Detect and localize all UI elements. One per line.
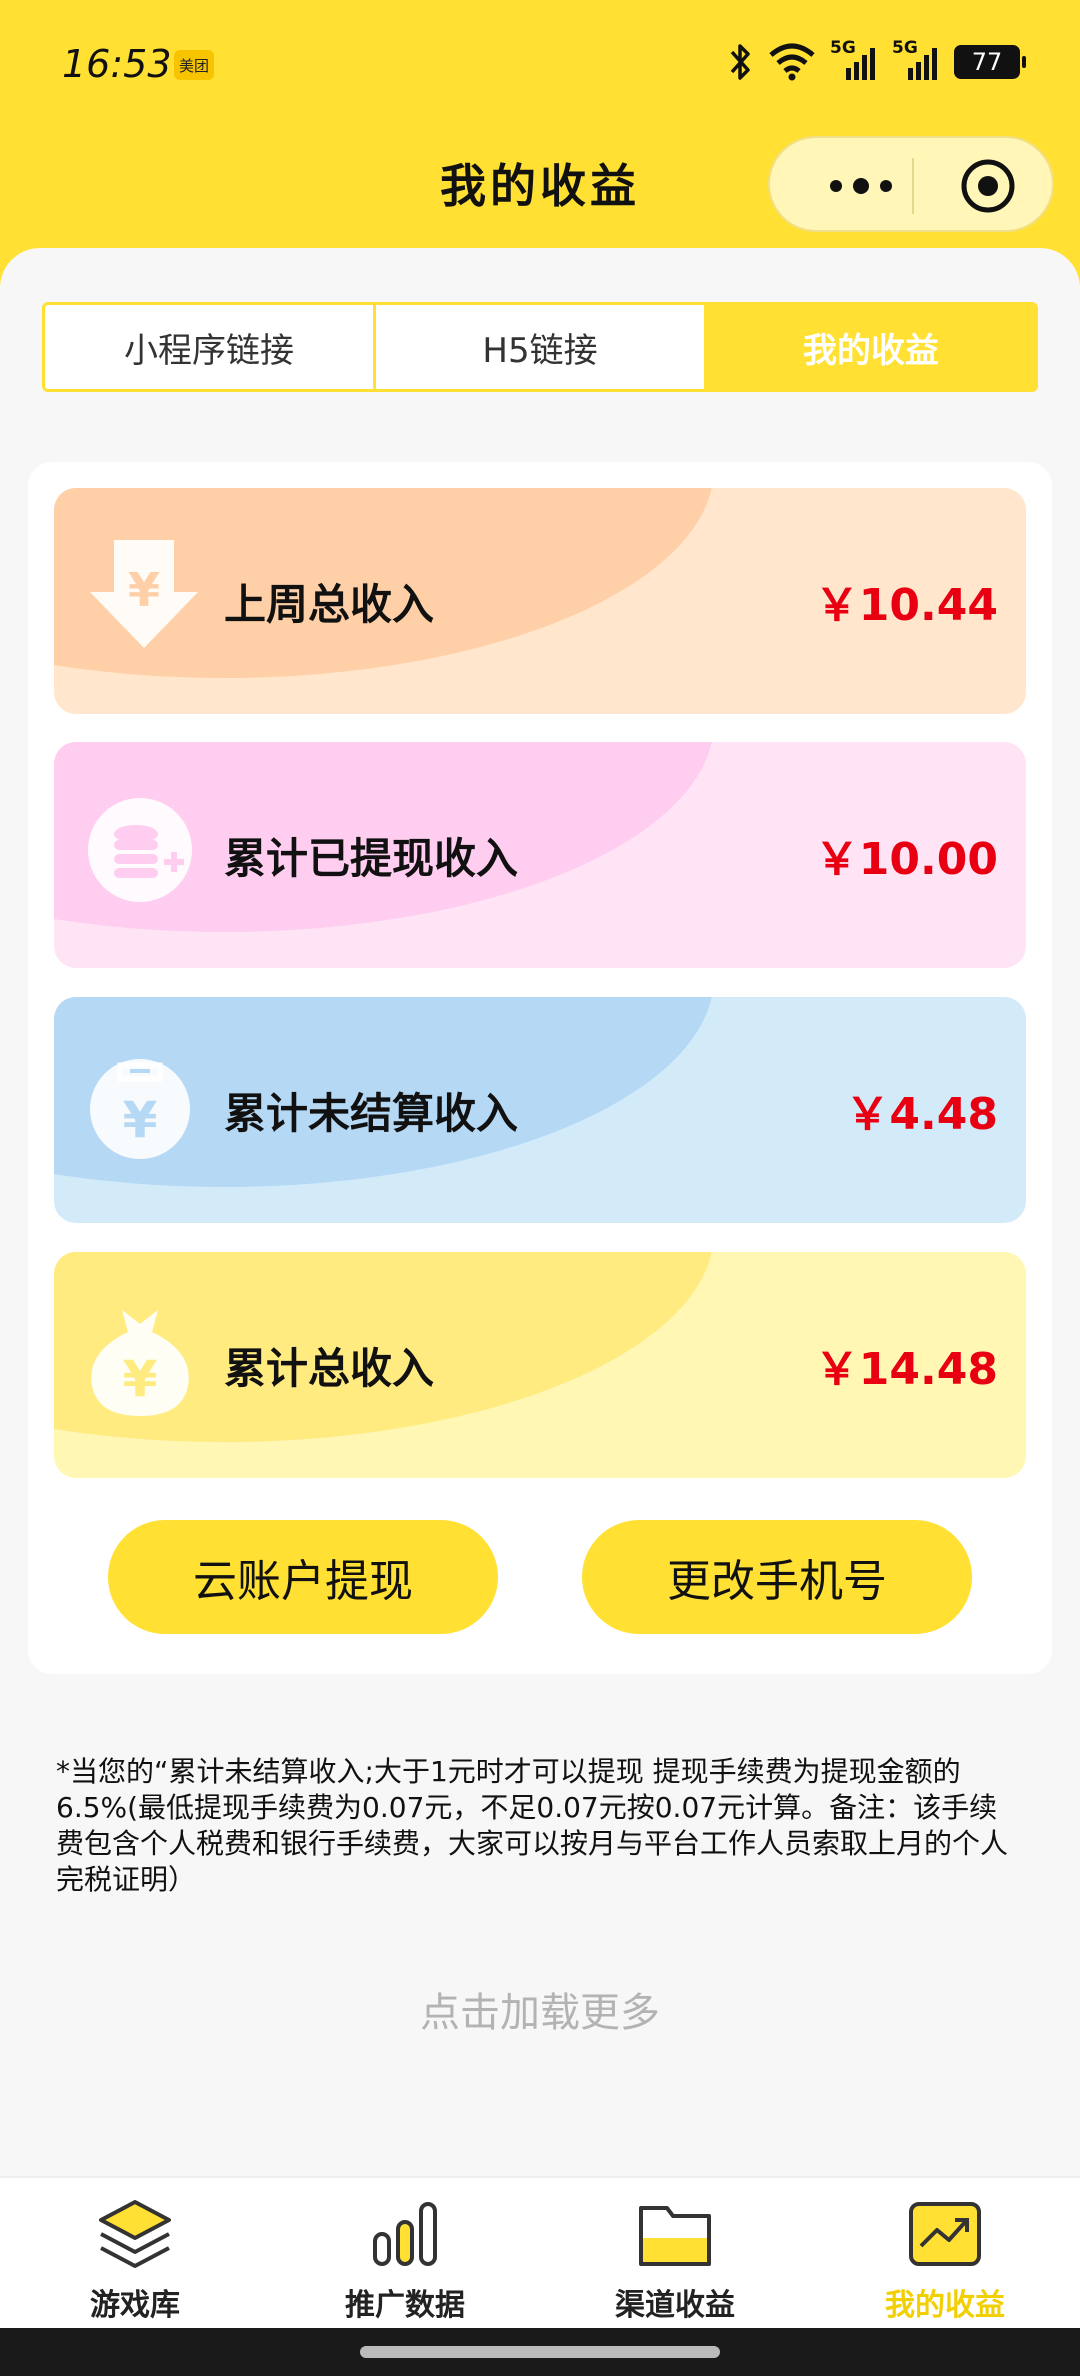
close-target-icon[interactable] bbox=[960, 158, 1016, 214]
tab-h5-link[interactable]: H5链接 bbox=[373, 305, 704, 389]
tabbar-item-game-library[interactable]: 游戏库 bbox=[0, 2178, 270, 2328]
more-icon[interactable] bbox=[816, 168, 906, 204]
tabbar-item-promotion-data[interactable]: 推广数据 bbox=[270, 2178, 540, 2328]
signal-bars-icon bbox=[846, 48, 875, 80]
battery-indicator: 77 bbox=[954, 45, 1026, 79]
tabbar-item-channel-earnings[interactable]: 渠道收益 bbox=[540, 2178, 810, 2328]
tabbar-label: 推广数据 bbox=[345, 2288, 465, 2323]
cloud-account-withdraw-button[interactable]: 云账户提现 bbox=[108, 1520, 498, 1634]
change-phone-button[interactable]: 更改手机号 bbox=[582, 1520, 972, 1634]
tab-mini-program-link[interactable]: 小程序链接 bbox=[45, 305, 373, 389]
yuan-down-arrow-icon: ¥ bbox=[90, 540, 198, 648]
meituan-badge: 美团 bbox=[174, 50, 214, 80]
wifi-icon bbox=[769, 43, 815, 81]
svg-text:¥: ¥ bbox=[128, 563, 160, 617]
yuan-bag-icon: ¥ bbox=[90, 1059, 190, 1159]
tab-my-earnings[interactable]: 我的收益 bbox=[704, 305, 1035, 389]
folder-icon bbox=[639, 2206, 711, 2266]
income-amount: ￥4.48 bbox=[845, 1089, 998, 1140]
bottom-tab-bar: 游戏库 推广数据 渠道收益 我的收益 bbox=[0, 2176, 1080, 2328]
income-label: 累计总收入 bbox=[224, 1343, 435, 1393]
system-gesture-bar bbox=[0, 2328, 1080, 2376]
signal-5g-1: 5G bbox=[830, 38, 878, 82]
income-label: 累计已提现收入 bbox=[224, 833, 519, 883]
status-time: 16:53 bbox=[62, 42, 172, 86]
tabbar-label: 游戏库 bbox=[90, 2288, 180, 2323]
status-bar: 16:53 美团 5G 5G 77 bbox=[0, 0, 1080, 130]
home-indicator[interactable] bbox=[360, 2346, 720, 2358]
coins-plus-icon bbox=[88, 798, 192, 902]
tabbar-label: 我的收益 bbox=[885, 2288, 1005, 2323]
layers-icon bbox=[99, 2200, 171, 2268]
tabbar-item-my-earnings[interactable]: 我的收益 bbox=[810, 2178, 1080, 2328]
money-bag-icon: ¥ bbox=[91, 1310, 189, 1416]
status-icons: 5G 5G 77 bbox=[728, 38, 1026, 84]
income-label: 上周总收入 bbox=[224, 579, 435, 629]
signal-5g-2: 5G bbox=[892, 38, 940, 82]
income-card-last-week: ¥ 上周总收入 ￥10.44 bbox=[54, 488, 1026, 714]
segment-tabs: 小程序链接 H5链接 我的收益 bbox=[42, 302, 1038, 392]
income-amount: ￥10.44 bbox=[814, 580, 998, 631]
income-card-total: ¥ 累计总收入 ￥14.48 bbox=[54, 1252, 1026, 1478]
income-label: 累计未结算收入 bbox=[224, 1088, 519, 1138]
capsule-divider bbox=[912, 158, 914, 214]
signal-bars-icon bbox=[908, 48, 937, 80]
bluetooth-icon bbox=[730, 44, 750, 80]
trend-up-icon bbox=[909, 2202, 981, 2266]
income-amount: ￥10.00 bbox=[814, 834, 998, 885]
withdrawal-notice: *当您的“累计未结算收入;大于1元时才可以提现 提现手续费为提现金额的6.5%(… bbox=[56, 1755, 1009, 1896]
income-card-withdrawn: 累计已提现收入 ￥10.00 bbox=[54, 742, 1026, 968]
mini-program-capsule bbox=[768, 136, 1054, 232]
income-card-unsettled: ¥ 累计未结算收入 ￥4.48 bbox=[54, 997, 1026, 1223]
tabbar-label: 渠道收益 bbox=[615, 2288, 735, 2323]
income-amount: ￥14.48 bbox=[814, 1344, 998, 1395]
bar-chart-icon bbox=[373, 2202, 437, 2266]
svg-text:¥: ¥ bbox=[123, 1091, 158, 1149]
svg-text:¥: ¥ bbox=[123, 1350, 158, 1408]
load-more-link[interactable]: 点击加载更多 bbox=[0, 1980, 1080, 2038]
